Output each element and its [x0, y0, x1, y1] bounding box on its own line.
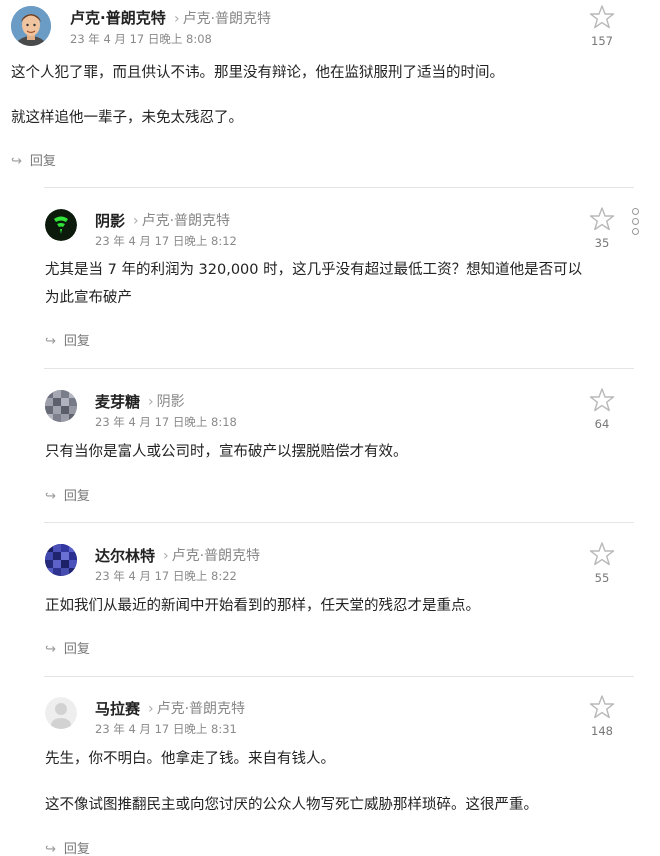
reply-to-name: 卢克·普朗克特	[141, 213, 231, 229]
star-icon[interactable]	[589, 387, 615, 413]
reply-arrow-icon: ↪	[45, 842, 56, 856]
comment-author[interactable]: 阴影	[95, 210, 125, 231]
divider	[44, 187, 634, 188]
reply-to-link[interactable]: › 卢克·普朗克特	[174, 8, 271, 28]
reply-button[interactable]: ↪ 回复	[45, 838, 90, 856]
reply-to-name: 阴影	[156, 394, 185, 410]
avatar[interactable]	[11, 6, 51, 46]
comment-timestamp[interactable]: 23 年 4 月 17 日晚上 8:31	[95, 721, 237, 737]
more-options-icon[interactable]	[630, 208, 640, 236]
divider	[44, 368, 634, 369]
chevron-right-icon: ›	[163, 548, 169, 564]
comment-author[interactable]: 麦芽糖	[95, 391, 140, 412]
comment-text-line: 这个人犯了罪，而且供认不讳。那里没有辩论，他在监狱服刑了适当的时间。	[11, 65, 504, 81]
chevron-right-icon: ›	[148, 701, 154, 717]
vote-count: 55	[594, 571, 610, 585]
reply-to-name: 卢克·普朗克特	[156, 701, 246, 717]
comment-author[interactable]: 卢克·普朗克特	[70, 7, 166, 28]
chevron-right-icon: ›	[174, 11, 180, 27]
divider	[44, 676, 634, 677]
reply-arrow-icon: ↪	[45, 642, 56, 657]
comment-timestamp[interactable]: 23 年 4 月 17 日晚上 8:22	[95, 568, 237, 584]
star-icon[interactable]	[589, 206, 615, 232]
star-icon[interactable]	[589, 4, 615, 30]
comment-author[interactable]: 达尔林特	[95, 545, 155, 566]
star-icon[interactable]	[589, 694, 615, 720]
comment-author[interactable]: 马拉赛	[95, 698, 140, 719]
avatar[interactable]	[45, 209, 77, 241]
vote-count: 35	[594, 236, 610, 250]
reply-button[interactable]: ↪ 回复	[45, 638, 90, 657]
comment-text-line: 就这样追他一辈子，未免太残忍了。	[11, 110, 243, 126]
comment-text-line: 为此宣布破产	[45, 290, 132, 306]
comment-timestamp[interactable]: 23 年 4 月 17 日晚上 8:12	[95, 233, 237, 249]
reply-arrow-icon: ↪	[45, 334, 56, 349]
avatar[interactable]	[45, 544, 77, 576]
comment-text-line: 只有当你是富人或公司时，宣布破产以摆脱赔偿才有效。	[45, 444, 408, 460]
reply-button[interactable]: ↪ 回复	[11, 150, 56, 169]
comment-timestamp[interactable]: 23 年 4 月 17 日晚上 8:18	[95, 414, 237, 430]
reply-to-name: 卢克·普朗克特	[182, 11, 272, 27]
reply-label: 回复	[63, 489, 90, 504]
vote-count: 157	[591, 34, 613, 48]
avatar[interactable]	[45, 390, 77, 422]
vote-count: 64	[594, 417, 610, 431]
reply-button[interactable]: ↪ 回复	[45, 330, 90, 349]
reply-label: 回复	[63, 334, 90, 349]
reply-to-link[interactable]: › 卢克·普朗克特	[148, 698, 245, 718]
comment-text-line: 尤其是当 7 年的利润为 320,000 时，这几乎没有超过最低工资？想知道他是…	[45, 262, 583, 278]
reply-to-name: 卢克·普朗克特	[171, 548, 261, 564]
reply-to-link[interactable]: › 阴影	[148, 391, 185, 411]
reply-arrow-icon: ↪	[45, 489, 56, 504]
comment-text-line: 先生，你不明白。他拿走了钱。来自有钱人。	[45, 751, 335, 767]
chevron-right-icon: ›	[148, 394, 154, 410]
comment-timestamp[interactable]: 23 年 4 月 17 日晚上 8:08	[70, 31, 212, 47]
vote-count: 148	[591, 724, 613, 738]
star-icon[interactable]	[589, 541, 615, 567]
reply-to-link[interactable]: › 卢克·普朗克特	[133, 210, 230, 230]
reply-arrow-icon: ↪	[11, 154, 22, 169]
divider	[44, 522, 634, 523]
comment-text-line: 这不像试图推翻民主或向您讨厌的公众人物写死亡威胁那样琐碎。这很严重。	[45, 797, 538, 813]
reply-to-link[interactable]: › 卢克·普朗克特	[163, 545, 260, 565]
comment-text-line: 正如我们从最近的新闻中开始看到的那样，任天堂的残忍才是重点。	[45, 598, 480, 614]
avatar[interactable]	[45, 697, 77, 729]
reply-label: 回复	[63, 842, 90, 856]
reply-button[interactable]: ↪ 回复	[45, 485, 90, 504]
chevron-right-icon: ›	[133, 213, 139, 229]
reply-label: 回复	[29, 154, 56, 169]
reply-label: 回复	[63, 642, 90, 657]
